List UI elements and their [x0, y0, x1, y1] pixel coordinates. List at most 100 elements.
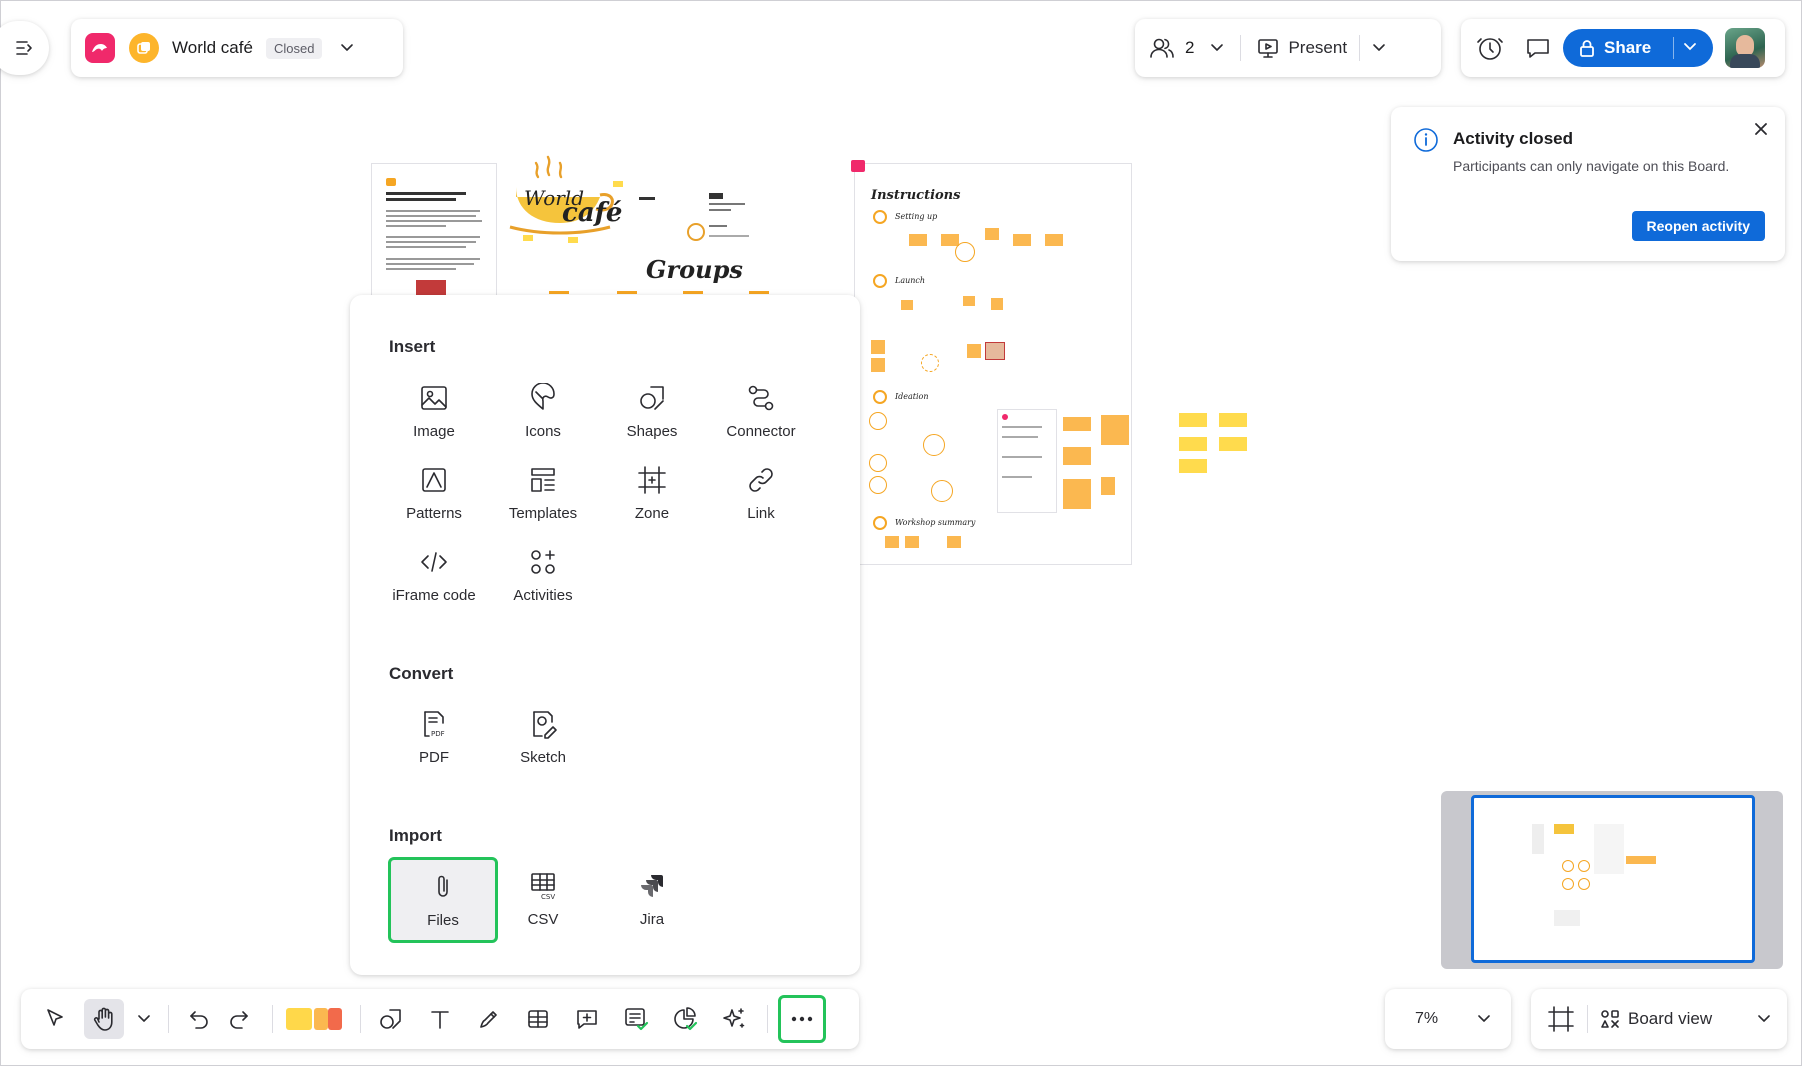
sticky-notes-icon [286, 1006, 344, 1032]
insert-connector-button[interactable]: Connector [709, 375, 813, 457]
insert-patterns-button[interactable]: Patterns [382, 457, 486, 539]
patterns-icon [422, 468, 446, 492]
pen-tool-button[interactable] [469, 999, 509, 1039]
more-tools-button[interactable] [778, 995, 826, 1043]
pen-icon [480, 1011, 497, 1028]
users-chevron-icon[interactable] [1210, 43, 1224, 53]
navigation-chevron-button[interactable] [133, 999, 155, 1039]
board-menu-chevron-icon[interactable] [340, 43, 354, 53]
step-ideation: Ideation [895, 392, 929, 401]
minimap[interactable] [1441, 791, 1783, 969]
instructions-title: Instructions [871, 188, 961, 203]
collaborator-count[interactable]: 2 [1185, 38, 1194, 58]
present-button[interactable]: Present [1288, 38, 1347, 58]
text-tool-button[interactable] [420, 999, 460, 1039]
share-label: Share [1604, 38, 1652, 57]
insert-section-title: Insert [389, 337, 436, 356]
notification-message: Participants can only navigate on this B… [1453, 158, 1730, 174]
zone-label: Zone [634, 505, 670, 522]
zoom-level[interactable]: 7% [1415, 1010, 1438, 1028]
share-card: Share [1461, 19, 1785, 77]
bottom-toolbar [21, 989, 859, 1049]
lock-icon [1580, 40, 1594, 57]
insert-icons-button[interactable]: Icons [491, 375, 595, 457]
csv-label: CSV [527, 911, 559, 928]
redo-icon [230, 1011, 248, 1029]
comments-icon[interactable] [1525, 36, 1551, 60]
info-icon [1414, 128, 1438, 152]
templates-icon [531, 468, 555, 492]
text-icon [431, 1011, 449, 1029]
close-icon[interactable] [1753, 121, 1769, 137]
convert-sketch-button[interactable]: Sketch [491, 701, 595, 783]
collapse-sidebar-button[interactable] [0, 21, 49, 75]
chevron-down-icon [138, 1015, 150, 1022]
insert-activities-button[interactable]: Activities [491, 539, 595, 621]
board-view-button[interactable]: Board view [1628, 1009, 1712, 1029]
link-icon [749, 468, 773, 492]
share-button[interactable]: Share [1563, 29, 1713, 67]
import-files-button[interactable]: Files [388, 857, 498, 943]
groups-title: Groups [646, 255, 743, 284]
step-workshop-summary: Workshop summary [895, 518, 976, 527]
timer-tool-button[interactable] [665, 999, 705, 1039]
table-tool-button[interactable] [518, 999, 558, 1039]
checklist-tool-button[interactable] [616, 999, 656, 1039]
more-icon [791, 1016, 813, 1022]
insert-templates-button[interactable]: Templates [491, 457, 595, 539]
redo-button[interactable] [219, 999, 259, 1039]
users-icon[interactable] [1149, 36, 1175, 60]
sticky-notes-button[interactable] [283, 999, 347, 1039]
convert-pdf-button[interactable]: PDF PDF [382, 701, 486, 783]
board-name[interactable]: World café [172, 38, 253, 58]
insert-image-button[interactable]: Image [382, 375, 486, 457]
hand-tool-button[interactable] [84, 999, 124, 1039]
avatar[interactable] [1725, 28, 1765, 68]
board-icon [129, 33, 159, 63]
shapes-tool-button[interactable] [371, 999, 411, 1039]
shapes-icon [380, 1009, 401, 1029]
present-icon[interactable] [1257, 37, 1279, 59]
present-chevron-icon[interactable] [1372, 43, 1386, 53]
sketch-label: Sketch [520, 749, 566, 766]
convert-section-title: Convert [389, 664, 454, 683]
zoom-chevron-icon[interactable] [1477, 1014, 1491, 1024]
paperclip-icon [438, 875, 448, 897]
collaboration-card: 2 Present [1135, 19, 1441, 77]
timer-icon[interactable] [1475, 34, 1505, 62]
insert-link-button[interactable]: Link [709, 457, 813, 539]
pdf-label: PDF [419, 749, 449, 766]
import-csv-button[interactable]: CSV CSV [491, 863, 595, 945]
world-cafe-logo: World café [506, 153, 646, 243]
icons-icon [531, 383, 555, 410]
cursor-icon [47, 1009, 63, 1026]
svg-text:CSV: CSV [541, 893, 555, 901]
zone-icon [638, 466, 666, 494]
ai-assistant-button[interactable] [714, 999, 754, 1039]
comment-tool-button[interactable] [567, 999, 607, 1039]
select-tool-button[interactable] [35, 999, 75, 1039]
minimap-viewport[interactable] [1471, 795, 1755, 963]
timer-check-icon [674, 1007, 698, 1031]
step-setting-up: Setting up [895, 212, 938, 221]
insert-zone-button[interactable]: Zone [600, 457, 704, 539]
app-logo-icon[interactable] [85, 33, 115, 63]
link-label: Link [747, 505, 775, 522]
board-view-chevron-icon[interactable] [1757, 1014, 1771, 1024]
insert-shapes-button[interactable]: Shapes [600, 375, 704, 457]
undo-button[interactable] [179, 999, 219, 1039]
code-icon [421, 552, 447, 572]
shapes-label: Shapes [626, 423, 678, 440]
logo-text-cafe: café [562, 198, 622, 228]
patterns-label: Patterns [406, 505, 462, 522]
fit-to-screen-button[interactable] [1547, 1005, 1575, 1033]
zoom-control[interactable]: 7% [1385, 989, 1511, 1049]
icons-label: Icons [525, 423, 561, 440]
import-jira-button[interactable]: Jira [600, 863, 704, 945]
sketch-icon [533, 711, 557, 739]
sparkle-icon [723, 1008, 745, 1028]
checklist-icon [625, 1008, 649, 1031]
reopen-activity-button[interactable]: Reopen activity [1631, 211, 1765, 241]
insert-iframe-button[interactable]: iFrame code [382, 539, 486, 621]
share-chevron-icon[interactable] [1683, 40, 1697, 54]
